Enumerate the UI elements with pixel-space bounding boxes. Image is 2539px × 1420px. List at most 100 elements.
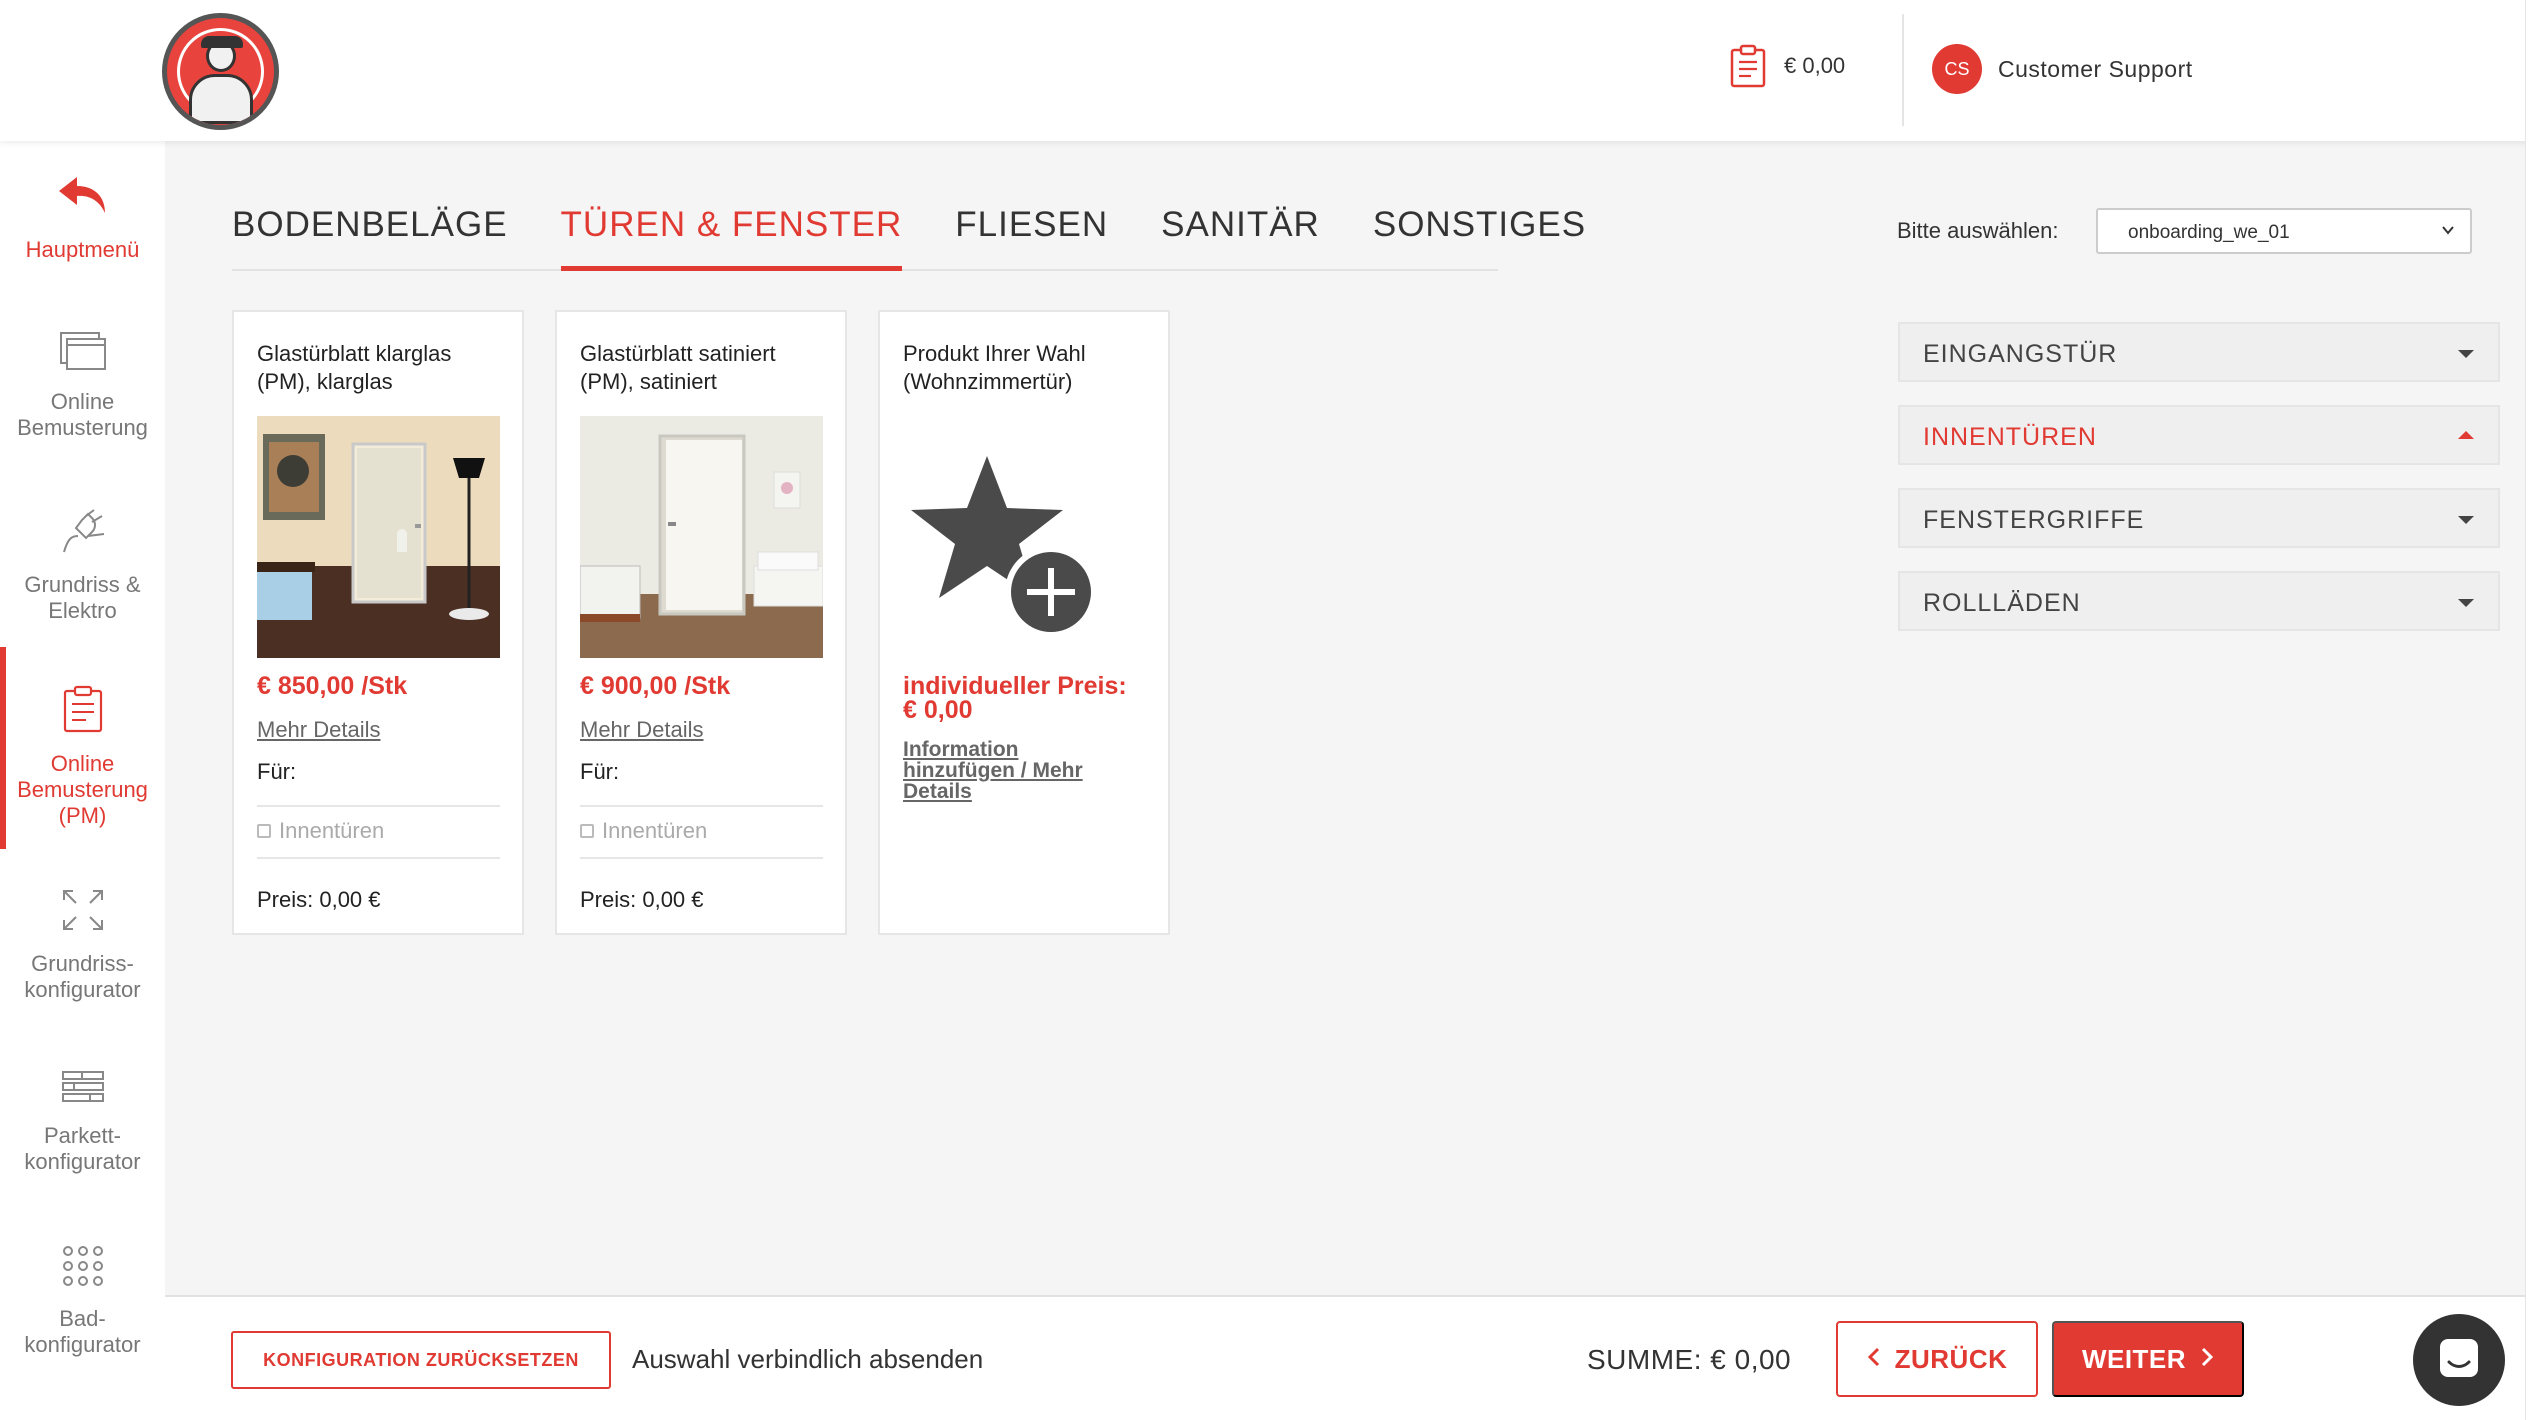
back-button[interactable]: ZURÜCK	[1836, 1321, 2038, 1397]
product-card: Glastürblatt klarglas (PM), klarglas € 8…	[232, 310, 524, 935]
divider	[580, 805, 823, 807]
chat-launcher-button[interactable]	[2413, 1314, 2505, 1406]
sidebar-item-grundrisskonfigurator[interactable]: Grundriss- konfigurator	[0, 887, 165, 1003]
total-sum: SUMME: € 0,00	[1587, 1344, 1792, 1375]
accordion-rolllaeden[interactable]: ROLLLÄDEN	[1898, 571, 2500, 631]
clipboard-icon	[1730, 44, 1766, 88]
back-arrow-icon	[0, 173, 165, 225]
page-scrollbar[interactable]	[2525, 0, 2539, 1420]
for-label: Für:	[580, 759, 620, 784]
sidebar-item-label: Bad-	[59, 1306, 106, 1331]
back-button-label: ZURÜCK	[1894, 1343, 2008, 1374]
product-title: Glastürblatt klarglas (PM), klarglas	[257, 341, 452, 394]
divider	[580, 857, 823, 859]
chevron-right-icon	[2200, 1344, 2214, 1375]
product-image[interactable]	[580, 416, 823, 658]
for-label: Für:	[257, 759, 297, 784]
product-title: Glastürblatt satiniert (PM), satiniert	[580, 341, 776, 394]
sidebar-item-label: Grundriss &	[24, 572, 141, 597]
header-divider	[1902, 14, 1904, 126]
product-total: Preis: 0,00 €	[257, 887, 381, 912]
sidebar-item-badkonfigurator[interactable]: Bad- konfigurator	[0, 1244, 165, 1358]
accordion-eingangstuer[interactable]: EINGANGSTÜR	[1898, 322, 2500, 382]
footer-bar: KONFIGURATION ZURÜCKSETZEN Auswahl verbi…	[165, 1295, 2525, 1420]
divider	[257, 857, 500, 859]
checkbox-icon	[580, 824, 594, 838]
sidebar-item-label: Grundriss-	[31, 951, 134, 976]
select-value: onboarding_we_01	[2128, 222, 2290, 243]
category-tabs: BODENBELÄGE TÜREN & FENSTER FLIESEN SANI…	[232, 205, 1585, 271]
logo-figure-body	[189, 74, 253, 124]
parquet-icon	[0, 1069, 165, 1111]
next-button-label: WEITER	[2081, 1343, 2187, 1374]
product-price: € 850,00 /Stk	[257, 672, 408, 700]
caret-down-icon	[2458, 516, 2474, 524]
next-button[interactable]: WEITER	[2052, 1321, 2244, 1397]
window-icon	[0, 331, 165, 377]
add-information-link[interactable]: Information hinzufügen / Mehr Details	[903, 739, 1083, 802]
product-price: individueller Preis: € 0,00	[903, 672, 1127, 724]
customer-support-menu[interactable]: CS Customer Support	[1932, 44, 2193, 94]
add-product-star-icon[interactable]	[903, 416, 1146, 658]
accordion-label: FENSTERGRIFFE	[1923, 506, 2145, 534]
sidebar-item-label: (PM)	[58, 803, 107, 828]
tab-fliesen[interactable]: FLIESEN	[955, 205, 1108, 269]
sidebar-item-online-bemusterung-pm[interactable]: Online Bemusterung (PM)	[0, 647, 165, 849]
cart-summary[interactable]: € 0,00	[1730, 44, 1845, 88]
caret-down-icon	[2458, 350, 2474, 358]
expand-icon	[0, 887, 165, 939]
chat-icon	[2437, 1336, 2481, 1385]
sidebar-item-label: konfigurator	[24, 1149, 141, 1174]
checkbox-label: Innentüren	[279, 818, 385, 843]
sidebar-item-grundriss-elektro[interactable]: Grundriss & Elektro	[0, 508, 165, 624]
caret-up-icon	[2458, 431, 2474, 439]
support-name: Customer Support	[1998, 55, 2193, 82]
sidebar: Hauptmenü Online Bemusterung Grundriss &…	[0, 141, 165, 1420]
accordion-fenstergriffe[interactable]: FENSTERGRIFFE	[1898, 488, 2500, 548]
divider	[257, 805, 500, 807]
submit-binding-link[interactable]: Auswahl verbindlich absenden	[632, 1344, 983, 1375]
product-image[interactable]	[257, 416, 500, 658]
checkbox-icon	[257, 824, 271, 838]
chevron-down-icon	[2440, 222, 2456, 244]
company-logo[interactable]	[162, 13, 279, 130]
sidebar-item-label: Parkett-	[43, 1123, 122, 1148]
innentueren-checkbox[interactable]: Innentüren	[580, 818, 707, 844]
checkbox-label: Innentüren	[602, 818, 708, 843]
sidebar-item-online-bemusterung[interactable]: Online Bemusterung	[0, 331, 165, 441]
accordion-label: ROLLLÄDEN	[1923, 589, 2081, 617]
avatar: CS	[1932, 44, 1982, 94]
sidebar-item-label: Bemusterung	[17, 777, 148, 802]
sidebar-item-label: konfigurator	[24, 977, 141, 1002]
sidebar-item-label: konfigurator	[24, 1332, 141, 1357]
select-label: Bitte auswählen:	[1897, 218, 2059, 243]
sidebar-item-label: Hauptmenü	[25, 237, 140, 262]
tab-sonstiges[interactable]: SONSTIGES	[1373, 205, 1586, 269]
more-details-link[interactable]: Mehr Details	[257, 717, 380, 743]
clipboard-icon	[0, 685, 165, 739]
product-card-custom: Produkt Ihrer Wahl (Wohnzimmertür) indiv…	[878, 310, 1170, 935]
tab-tueren-fenster[interactable]: TÜREN & FENSTER	[560, 205, 903, 271]
product-price: € 900,00 /Stk	[580, 672, 731, 700]
chevron-left-icon	[1867, 1344, 1881, 1375]
sidebar-item-hauptmenu[interactable]: Hauptmenü	[0, 173, 165, 263]
project-select[interactable]: onboarding_we_01	[2096, 208, 2472, 254]
product-title: Produkt Ihrer Wahl (Wohnzimmertür)	[903, 341, 1086, 394]
tab-bodenbelaege[interactable]: BODENBELÄGE	[232, 205, 508, 269]
sidebar-item-parkettkonfigurator[interactable]: Parkett- konfigurator	[0, 1069, 165, 1175]
reset-configuration-button[interactable]: KONFIGURATION ZURÜCKSETZEN	[231, 1331, 611, 1389]
accordion-innentueren[interactable]: INNENTÜREN	[1898, 405, 2500, 465]
sidebar-item-label: Bemusterung	[17, 415, 148, 440]
sidebar-item-label: Online	[50, 751, 115, 776]
innentueren-checkbox[interactable]: Innentüren	[257, 818, 384, 844]
top-header: € 0,00 CS Customer Support	[0, 0, 2539, 141]
more-details-link[interactable]: Mehr Details	[580, 717, 703, 743]
grid-dots-icon	[0, 1244, 165, 1294]
caret-down-icon	[2458, 599, 2474, 607]
tab-sanitaer[interactable]: SANITÄR	[1161, 205, 1320, 269]
sidebar-item-label: Elektro	[48, 598, 117, 623]
accordion-label: INNENTÜREN	[1923, 423, 2097, 451]
logo-figure-hat	[201, 36, 243, 48]
cart-amount: € 0,00	[1784, 53, 1846, 78]
product-total: Preis: 0,00 €	[580, 887, 704, 912]
